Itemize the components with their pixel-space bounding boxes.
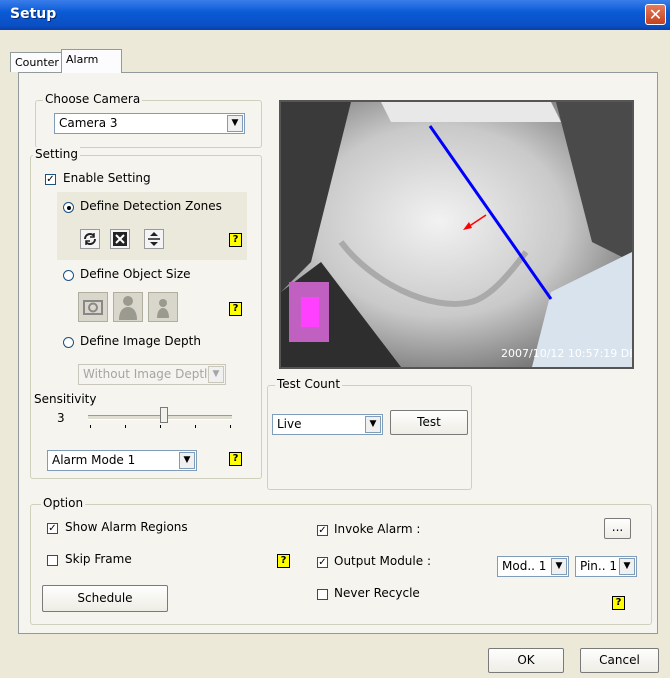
object-size-rectangle-button[interactable] xyxy=(78,292,108,322)
enable-setting-checkbox[interactable]: ✓ xyxy=(45,174,56,185)
person-small-icon xyxy=(157,299,169,318)
check-icon: ✓ xyxy=(318,525,327,536)
alarm-mode-select[interactable]: Alarm Mode 1 ▼ xyxy=(47,450,197,471)
output-module-checkbox[interactable]: ✓ xyxy=(317,557,328,568)
image-depth-select-value: Without Image Deptl xyxy=(83,367,208,381)
object-size-small-button[interactable] xyxy=(148,292,178,322)
option-help-icon[interactable]: ? xyxy=(277,554,290,568)
close-icon: ✕ xyxy=(648,5,663,24)
test-source-select-value: Live xyxy=(277,417,302,431)
close-button[interactable]: ✕ xyxy=(645,4,666,25)
pin-select-value: Pin.. 1 xyxy=(580,559,617,573)
setting-legend: Setting xyxy=(33,147,80,161)
tab-alarm-label: Alarm xyxy=(66,53,99,66)
slider-tick xyxy=(160,425,161,428)
test-button-label: Test xyxy=(417,415,441,429)
test-button[interactable]: Test xyxy=(390,410,468,435)
chevron-down-icon: ▼ xyxy=(208,366,224,383)
slider-tick xyxy=(195,425,196,428)
camera-view[interactable]: 2007/10/12 10:57:19 DEMO 出入口 xyxy=(279,100,634,369)
schedule-button[interactable]: Schedule xyxy=(42,585,168,612)
title-bar: Setup ✕ xyxy=(0,0,670,30)
tab-counter-label: Counter xyxy=(15,56,59,69)
sensitivity-slider[interactable] xyxy=(88,407,232,435)
window-title: Setup xyxy=(10,6,57,22)
slider-tick xyxy=(230,425,231,428)
image-depth-radio[interactable] xyxy=(63,337,74,348)
slider-tick xyxy=(125,425,126,428)
refresh-zone-button[interactable] xyxy=(80,229,100,249)
check-icon: ✓ xyxy=(46,174,55,185)
skip-frame-label: Skip Frame xyxy=(65,552,132,566)
alarm-mode-select-value: Alarm Mode 1 xyxy=(52,453,136,467)
invoke-alarm-checkbox[interactable]: ✓ xyxy=(317,525,328,536)
camera-icon xyxy=(83,300,103,315)
detection-zones-radio[interactable] xyxy=(63,202,74,213)
show-alarm-regions-label: Show Alarm Regions xyxy=(65,520,188,534)
option-legend: Option xyxy=(41,496,86,510)
check-icon: ✓ xyxy=(318,557,327,568)
chevron-down-icon: ▼ xyxy=(227,115,243,132)
never-recycle-label: Never Recycle xyxy=(334,586,420,600)
image-depth-select[interactable]: Without Image Deptl ▼ xyxy=(78,364,226,385)
show-alarm-regions-checkbox[interactable]: ✓ xyxy=(47,523,58,534)
zone-resize-button[interactable] xyxy=(144,229,164,249)
object-size-label: Define Object Size xyxy=(80,267,191,281)
module-select[interactable]: Mod.. 1 ▼ xyxy=(497,556,569,577)
ok-button-label: OK xyxy=(517,653,535,667)
chevron-down-icon: ▼ xyxy=(179,452,195,469)
invoke-alarm-label: Invoke Alarm : xyxy=(334,522,421,536)
ok-button[interactable]: OK xyxy=(488,648,564,673)
output-module-label: Output Module : xyxy=(334,554,431,568)
object-size-help-icon[interactable]: ? xyxy=(229,302,242,316)
delete-zone-button[interactable] xyxy=(110,229,130,249)
resize-icon xyxy=(148,232,160,246)
camera-select[interactable]: Camera 3 ▼ xyxy=(54,113,245,134)
test-count-legend: Test Count xyxy=(275,377,343,391)
delete-icon xyxy=(113,232,127,246)
slider-tick xyxy=(90,425,91,428)
cancel-button[interactable]: Cancel xyxy=(580,648,659,673)
detection-zones-help-icon[interactable]: ? xyxy=(229,233,242,247)
alarm-mode-help-icon[interactable]: ? xyxy=(229,452,242,466)
test-source-select[interactable]: Live ▼ xyxy=(272,414,383,435)
image-depth-label: Define Image Depth xyxy=(80,334,201,348)
camera-overlay-text: 2007/10/12 10:57:19 DEMO 出入口 xyxy=(501,346,632,360)
chevron-down-icon: ▼ xyxy=(551,558,567,575)
sensitivity-label: Sensitivity xyxy=(34,392,97,406)
pin-select[interactable]: Pin.. 1 ▼ xyxy=(575,556,637,577)
output-help-icon[interactable]: ? xyxy=(612,596,625,610)
skip-frame-checkbox[interactable] xyxy=(47,555,58,566)
cancel-button-label: Cancel xyxy=(599,653,640,667)
sensitivity-value: 3 xyxy=(57,411,65,425)
chevron-down-icon: ▼ xyxy=(619,558,635,575)
camera-image: 2007/10/12 10:57:19 DEMO 出入口 xyxy=(281,102,632,367)
check-icon: ✓ xyxy=(48,523,57,534)
never-recycle-checkbox[interactable] xyxy=(317,589,328,600)
schedule-button-label: Schedule xyxy=(77,591,133,605)
object-size-radio[interactable] xyxy=(63,270,74,281)
person-large-icon xyxy=(119,296,137,320)
object-size-large-button[interactable] xyxy=(113,292,143,322)
browse-button-label: ... xyxy=(611,520,624,534)
module-select-value: Mod.. 1 xyxy=(502,559,547,573)
test-count-group xyxy=(267,385,472,490)
refresh-icon xyxy=(84,233,96,245)
camera-select-value: Camera 3 xyxy=(59,116,118,130)
tab-alarm[interactable]: Alarm xyxy=(61,49,122,73)
enable-setting-label: Enable Setting xyxy=(63,171,151,185)
chevron-down-icon: ▼ xyxy=(365,416,381,433)
slider-thumb[interactable] xyxy=(160,407,168,423)
detection-zones-label: Define Detection Zones xyxy=(80,199,222,213)
choose-camera-legend: Choose Camera xyxy=(43,92,143,106)
tab-counter[interactable]: Counter xyxy=(10,52,64,72)
browse-button[interactable]: ... xyxy=(604,518,631,539)
